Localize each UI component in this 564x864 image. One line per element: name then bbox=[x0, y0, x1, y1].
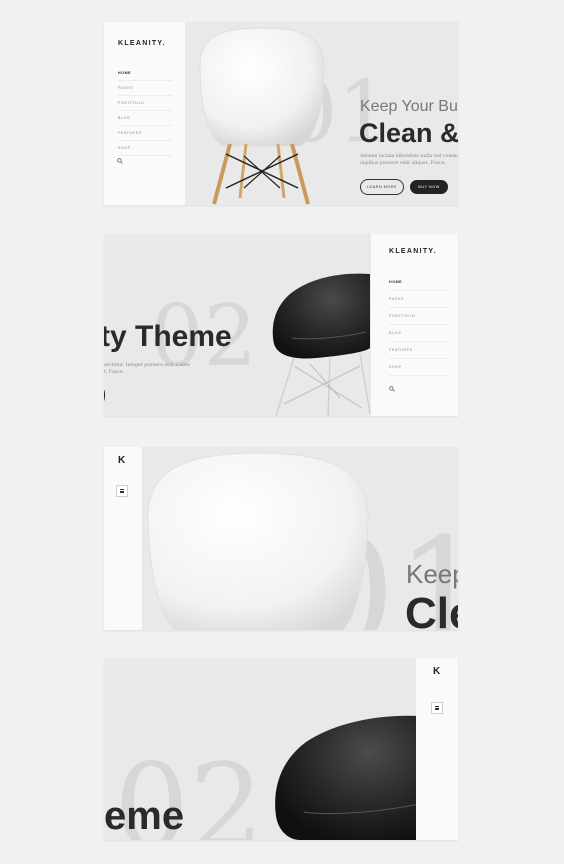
hero-description: Aenean lacinia bibendum nulla sed consec… bbox=[360, 154, 458, 166]
nav-item-shop[interactable]: SHOP bbox=[389, 359, 449, 376]
nav-item-blog[interactable]: BLOG bbox=[118, 111, 172, 126]
button-fragment: ) bbox=[104, 384, 106, 405]
logo[interactable]: K bbox=[118, 455, 125, 466]
slide-preview-1: KLEANITY. HOME PAGES PORTFOLIO BLOG FEAT… bbox=[104, 22, 458, 205]
slide-preview-3: K 01 Keep Cle bbox=[104, 447, 458, 630]
main-nav: HOME PAGES PORTFOLIO BLOG FEATURES SHOP bbox=[118, 66, 172, 156]
hero-title: Clean & bbox=[359, 118, 458, 148]
logo[interactable]: KLEANITY. bbox=[118, 40, 166, 47]
slide-preview-2: 02 ty Theme sectetur. Integer posuere er… bbox=[104, 234, 458, 416]
search-icon[interactable] bbox=[117, 158, 123, 164]
hero-title: Cle bbox=[405, 589, 458, 630]
collapsed-sidebar: K bbox=[104, 447, 142, 630]
sidebar: KLEANITY. HOME PAGES PORTFOLIO BLOG FEAT… bbox=[104, 22, 185, 205]
white-chair-image bbox=[147, 452, 369, 630]
nav-item-features[interactable]: FEATURES bbox=[389, 342, 449, 359]
black-chair-image bbox=[272, 273, 371, 416]
hamburger-icon[interactable] bbox=[116, 485, 128, 497]
nav-item-pages[interactable]: PAGES bbox=[389, 291, 449, 308]
hero-description-line-2: t. Fusce. bbox=[104, 370, 125, 375]
nav-item-features[interactable]: FEATURES bbox=[118, 126, 172, 141]
nav-item-portfolio[interactable]: PORTFOLIO bbox=[118, 96, 172, 111]
nav-item-home[interactable]: HOME bbox=[389, 274, 449, 291]
logo[interactable]: K bbox=[433, 666, 440, 677]
nav-item-shop[interactable]: SHOP bbox=[118, 141, 172, 156]
hero-title: eme bbox=[104, 794, 185, 838]
slide-preview-4: 02 eme K bbox=[104, 658, 458, 840]
white-chair-image bbox=[199, 27, 325, 205]
learn-more-button[interactable]: LEARN MORE bbox=[360, 179, 404, 195]
main-nav: HOME PAGES PORTFOLIO BLOG FEATURES SHOP bbox=[389, 274, 449, 376]
logo[interactable]: KLEANITY. bbox=[389, 248, 437, 255]
hamburger-icon[interactable] bbox=[431, 702, 443, 714]
hero-subtitle: Keep Your Bus bbox=[360, 98, 458, 115]
buy-now-button[interactable]: BUY NOW bbox=[410, 180, 448, 194]
nav-item-pages[interactable]: PAGES bbox=[118, 81, 172, 96]
nav-item-blog[interactable]: BLOG bbox=[389, 325, 449, 342]
sidebar: KLEANITY. HOME PAGES PORTFOLIO BLOG FEAT… bbox=[371, 234, 458, 416]
nav-item-portfolio[interactable]: PORTFOLIO bbox=[389, 308, 449, 325]
search-icon[interactable] bbox=[389, 386, 395, 392]
collapsed-sidebar: K bbox=[416, 658, 458, 840]
nav-item-home[interactable]: HOME bbox=[118, 66, 172, 81]
black-chair-image bbox=[275, 715, 420, 840]
hero-description-line-1: sectetur. Integer posuere erat a ante bbox=[104, 363, 190, 368]
hero-subtitle: Keep bbox=[406, 559, 458, 589]
hero-title: ty Theme bbox=[104, 320, 232, 353]
